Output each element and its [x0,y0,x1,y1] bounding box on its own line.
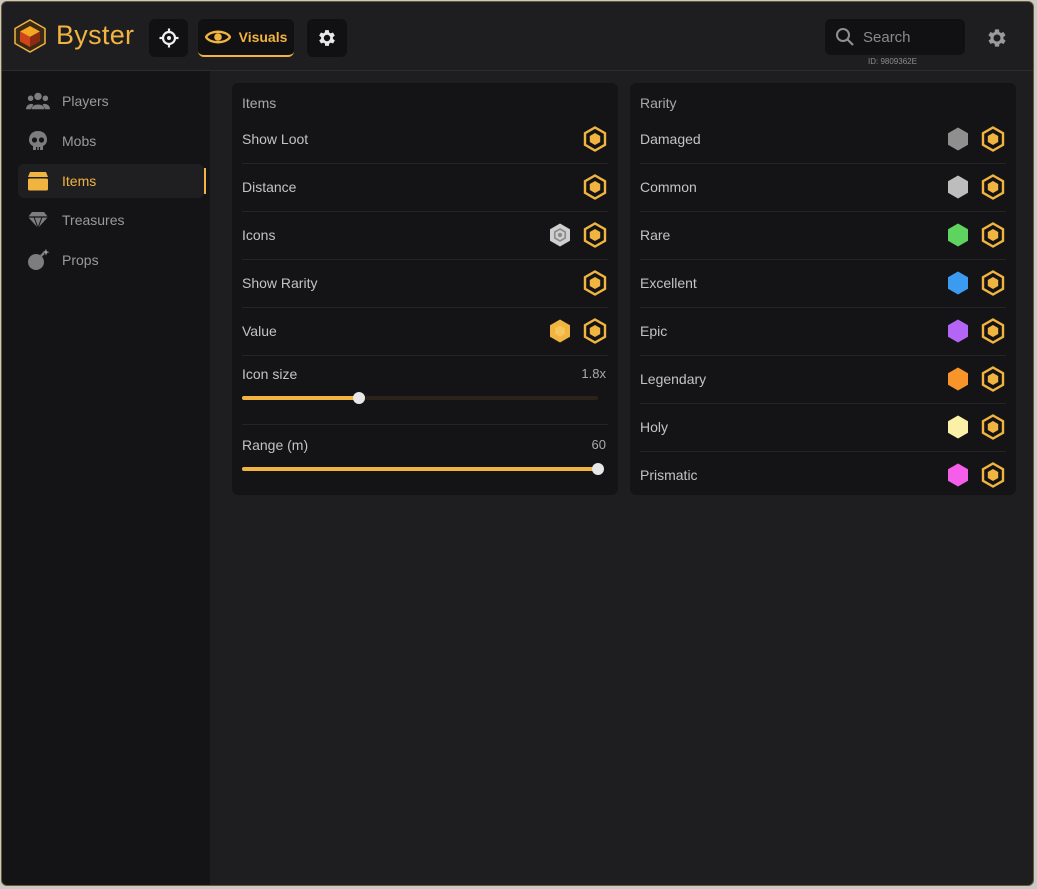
sidebar-item-label: Items [62,173,97,189]
app-window: Byster Visuals Search ID: 9809362E Playe… [1,1,1034,886]
bomb-icon [26,248,50,272]
rarity-label: Damaged [640,131,701,147]
slider-fill [242,467,598,471]
slider-track[interactable] [242,463,604,475]
search-box[interactable] [825,19,965,55]
rarity-row: Damaged [640,115,1006,164]
setting-row-icons: Icons [242,211,608,260]
search-icon [836,28,854,46]
panel-title: Rarity [640,95,677,111]
users-icon [26,89,50,113]
range-slider: Range (m) 60 [242,426,608,496]
setting-label: Show Rarity [242,275,318,291]
slider-thumb[interactable] [353,392,366,404]
toggle-hex-icon[interactable] [980,174,1006,200]
rarity-row: Prismatic [640,451,1006,499]
toggle-hex-icon[interactable] [980,318,1006,344]
slider-label: Icon size [242,366,298,382]
slider-value: 60 [591,437,606,452]
rarity-color-swatch[interactable] [945,414,971,440]
tab-visuals[interactable]: Visuals [198,19,294,57]
slider-fill [242,396,360,400]
toggle-hex-icon[interactable] [980,126,1006,152]
toggle-hex-icon[interactable] [582,318,608,344]
items-panel: Items Show Loot Distance Icons Show Rari… [232,83,618,495]
search-input[interactable] [861,27,965,47]
settings-gear-icon[interactable] [985,26,1009,50]
eye-icon [204,30,231,44]
rarity-color-swatch[interactable] [945,174,971,200]
toggle-hex-icon[interactable] [980,414,1006,440]
rarity-label: Excellent [640,275,697,291]
slider-track[interactable] [242,392,598,404]
toggle-hex-icon[interactable] [582,222,608,248]
rarity-label: Holy [640,419,669,435]
rarity-color-swatch[interactable] [945,462,971,488]
gem-icon [26,208,50,232]
panel-title: Items [242,95,277,111]
toggle-hex-icon[interactable] [980,462,1006,488]
setting-label: Icons [242,227,276,243]
sidebar-item-players[interactable]: Players [18,84,204,118]
rarity-row: Holy [640,403,1006,452]
rarity-label: Legendary [640,371,707,387]
toggle-hex-icon[interactable] [582,126,608,152]
sidebar-item-props[interactable]: Props [18,243,204,277]
setting-row-value: Value [242,307,608,356]
slider-value: 1.8x [581,366,606,381]
rarity-color-swatch[interactable] [945,318,971,344]
rarity-color-swatch[interactable] [945,270,971,296]
rarity-color-swatch[interactable] [945,126,971,152]
value-color-swatch[interactable] [547,318,573,344]
rarity-row: Common [640,163,1006,212]
slider-label: Range (m) [242,437,309,453]
setting-row-distance: Distance [242,163,608,212]
setting-row-show-loot: Show Loot [242,115,608,164]
rarity-label: Rare [640,227,671,243]
tab-settings[interactable] [307,19,347,57]
sidebar-item-label: Treasures [62,212,125,228]
rarity-color-swatch[interactable] [945,366,971,392]
rarity-row: Epic [640,307,1006,356]
toggle-hex-icon[interactable] [582,270,608,296]
app-name: Byster [56,20,135,50]
tab-aim[interactable] [149,19,188,57]
box-icon [26,169,50,193]
gear-icon [319,30,335,46]
byster-logo-icon [14,19,46,53]
user-id: ID: 9809362E [868,57,917,66]
sidebar-item-label: Players [62,93,109,109]
rarity-row: Rare [640,211,1006,260]
icon-size-slider: Icon size 1.8x [242,355,608,425]
rarity-color-swatch[interactable] [945,222,971,248]
setting-label: Show Loot [242,131,309,147]
sidebar-item-mobs[interactable]: Mobs [18,124,204,158]
toggle-hex-icon[interactable] [980,366,1006,392]
sidebar-item-items[interactable]: Items [18,164,206,198]
setting-label: Distance [242,179,297,195]
sidebar-item-label: Mobs [62,133,97,149]
setting-row-show-rarity: Show Rarity [242,259,608,308]
rarity-row: Excellent [640,259,1006,308]
rarity-label: Common [640,179,697,195]
rarity-label: Epic [640,323,668,339]
rarity-row: Legendary [640,355,1006,404]
slider-thumb[interactable] [592,463,604,475]
sidebar-item-label: Props [62,252,99,268]
setting-label: Value [242,323,277,339]
toggle-hex-icon[interactable] [980,222,1006,248]
rarity-label: Prismatic [640,467,698,483]
rarity-panel: Rarity Damaged Common Rare Excellent Epic Leg… [630,83,1016,495]
crosshair-icon [159,28,178,48]
top-bar: Byster Visuals Search ID: 9809362E [2,2,1033,71]
sidebar: Players Mobs Items Treasures Props [2,71,210,885]
toggle-hex-icon[interactable] [582,174,608,200]
icon-color-swatch[interactable] [547,222,573,248]
tab-visuals-label: Visuals [238,29,288,45]
skull-icon [26,129,50,153]
toggle-hex-icon[interactable] [980,270,1006,296]
sidebar-item-treasures[interactable]: Treasures [18,203,204,237]
